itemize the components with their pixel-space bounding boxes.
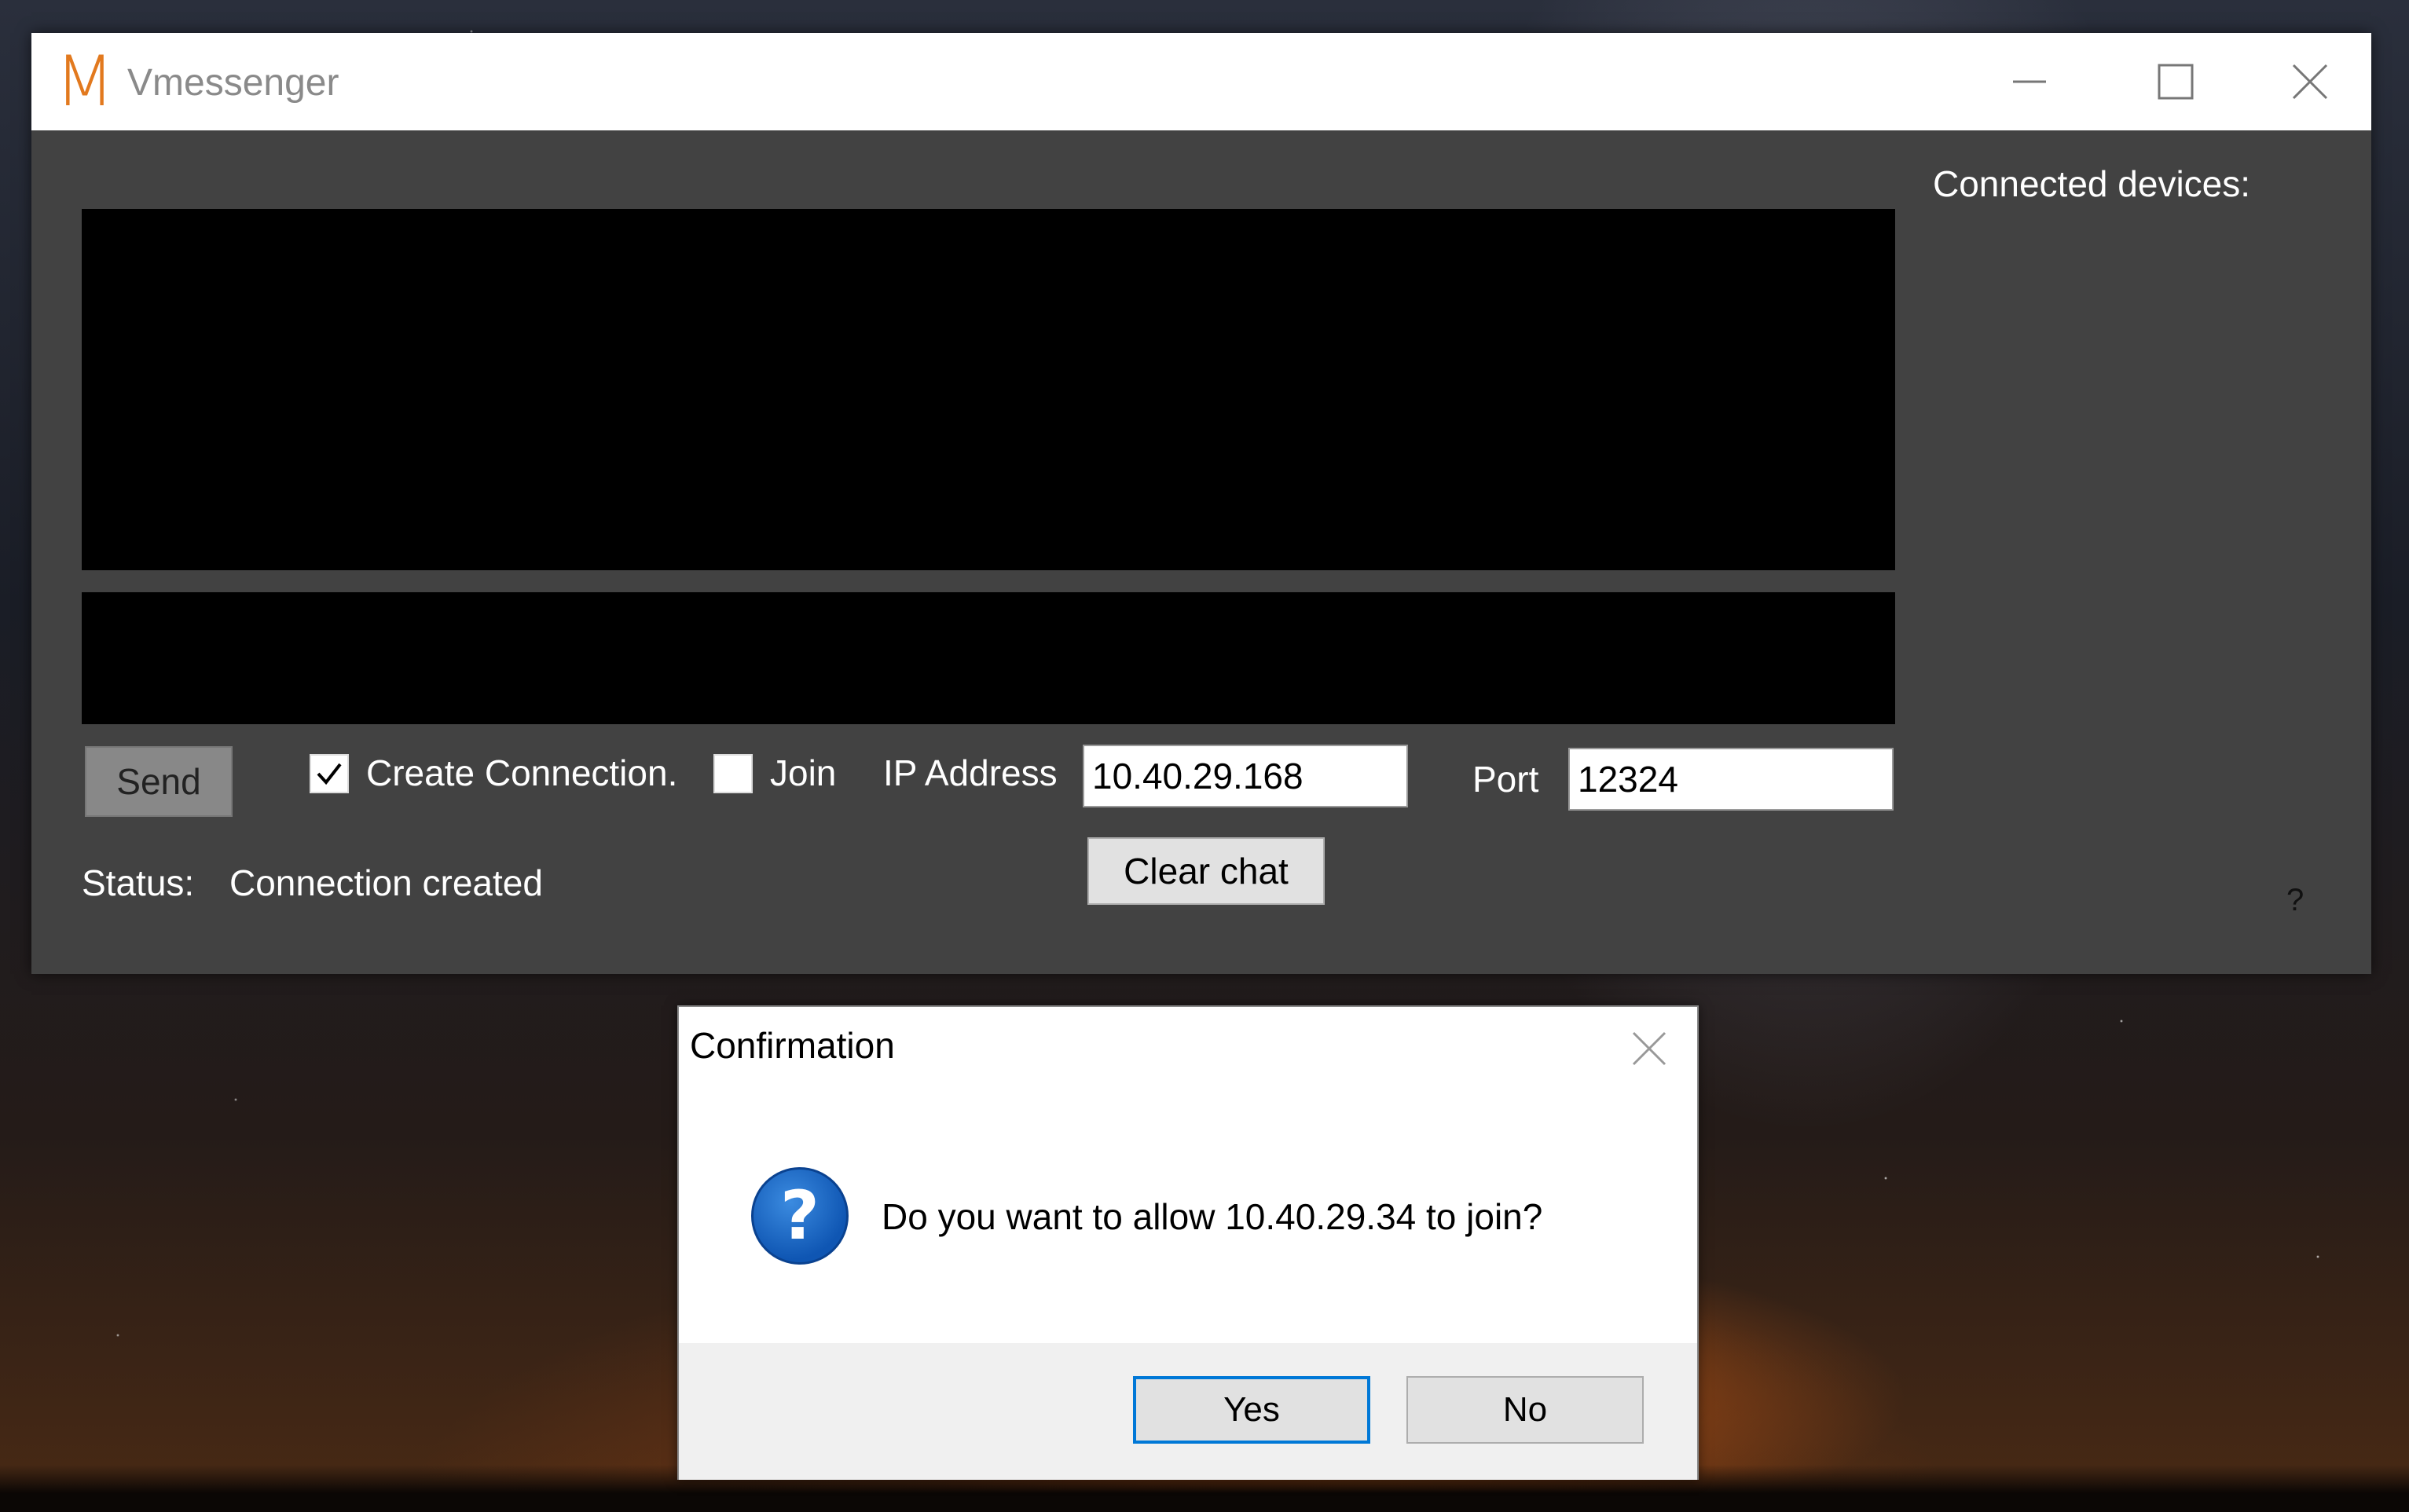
status-label: Status: [82, 862, 195, 903]
clear-chat-button[interactable]: Clear chat [1087, 837, 1325, 905]
status-value: Connection created [229, 862, 543, 903]
minimize-button[interactable] [1956, 33, 2103, 130]
ip-address-input[interactable] [1083, 745, 1408, 807]
app-logo-icon: M [55, 41, 115, 122]
close-button[interactable] [2249, 33, 2371, 130]
question-icon: ? [751, 1167, 849, 1265]
checkmark-icon [317, 763, 342, 785]
dialog-footer: Yes No [679, 1343, 1697, 1480]
message-input[interactable] [82, 592, 1895, 724]
minimize-icon [2013, 80, 2046, 83]
confirmation-dialog: Confirmation ? Do you want to allow 10.4… [677, 1005, 1699, 1480]
chat-display[interactable] [82, 209, 1895, 570]
dialog-close-button[interactable] [1622, 1021, 1677, 1076]
close-icon [1632, 1031, 1666, 1066]
create-connection-label[interactable]: Create Connection. [366, 751, 677, 795]
join-label[interactable]: Join [770, 751, 836, 795]
send-button[interactable]: Send [85, 746, 233, 817]
close-icon [2292, 64, 2328, 100]
port-input[interactable] [1568, 748, 1894, 811]
help-button[interactable]: ? [2286, 878, 2304, 922]
connected-devices-label: Connected devices: [1933, 163, 2251, 204]
dialog-title: Confirmation [690, 1025, 895, 1066]
join-checkbox[interactable] [713, 754, 753, 793]
dialog-message: Do you want to allow 10.40.29.34 to join… [882, 1196, 1543, 1237]
ip-address-label: IP Address [883, 752, 1058, 793]
vmessenger-window: M Vmessenger Connected devices: Send Cre… [31, 33, 2371, 974]
create-connection-checkbox[interactable] [310, 754, 349, 793]
window-title: Vmessenger [127, 62, 339, 104]
title-bar[interactable]: M Vmessenger [31, 33, 2371, 130]
port-label: Port [1472, 759, 1539, 800]
yes-button[interactable]: Yes [1133, 1376, 1370, 1444]
maximize-button[interactable] [2103, 33, 2249, 130]
maximize-icon [2158, 64, 2194, 100]
no-button[interactable]: No [1406, 1376, 1644, 1444]
